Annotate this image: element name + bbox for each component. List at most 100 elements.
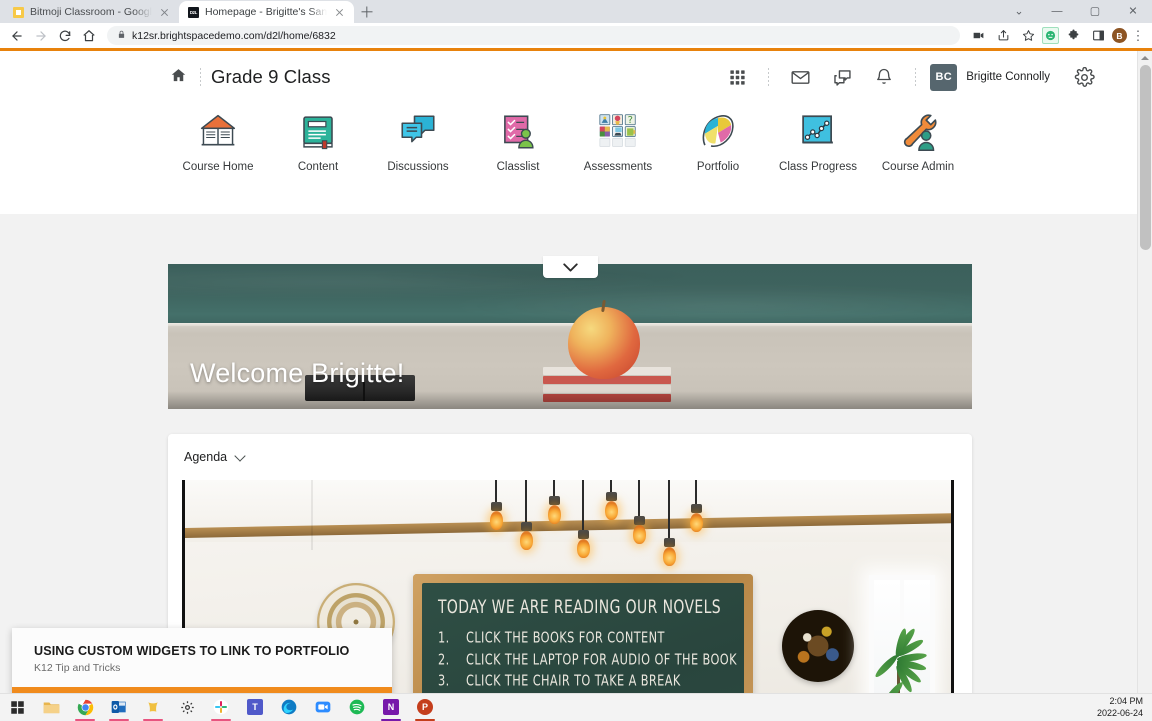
user-menu[interactable]: BC Brigitte Connolly xyxy=(930,64,1050,91)
pendant-light xyxy=(663,480,675,566)
page-viewport: Grade 9 Class xyxy=(0,51,1152,693)
clock-time: 2:04 PM xyxy=(1097,695,1143,707)
slack-app-icon[interactable] xyxy=(204,694,238,721)
nav-tile-class-progress[interactable]: Class Progress xyxy=(768,109,868,173)
pendant-light xyxy=(633,480,645,544)
portfolio-leaf-icon xyxy=(693,109,743,155)
app-grid-icon[interactable] xyxy=(716,60,758,94)
home-icon[interactable] xyxy=(166,67,190,88)
gear-icon[interactable] xyxy=(1063,60,1105,94)
browser-tab-brightspace[interactable]: Homepage - Brigitte's Sandbox xyxy=(179,1,354,23)
nav-tile-discussions[interactable]: Discussions xyxy=(368,109,468,173)
message-alerts-icon[interactable] xyxy=(821,60,863,94)
file-explorer-icon[interactable] xyxy=(34,694,68,721)
list-item: 3. Click the chair to take a break xyxy=(438,671,744,689)
nav-tile-course-home[interactable]: Course Home xyxy=(168,109,268,173)
navbar-divider xyxy=(200,68,201,86)
brightspace-header: Grade 9 Class xyxy=(0,51,1137,214)
bookmark-star-icon[interactable] xyxy=(1017,25,1039,47)
chalkboard-text: Today we are reading our novels 1. Click… xyxy=(438,595,744,693)
extensions-puzzle-icon[interactable] xyxy=(1062,25,1084,47)
nav-tile-label: Class Progress xyxy=(779,161,857,173)
nav-tile-label: Course Admin xyxy=(882,161,954,173)
home-icon[interactable] xyxy=(78,25,100,47)
reload-icon[interactable] xyxy=(54,25,76,47)
microsoft-onenote-icon[interactable]: N xyxy=(374,694,408,721)
windows-taskbar: T N P 2:04 PM 2022-06-24 xyxy=(0,693,1152,720)
settings-gear-icon[interactable] xyxy=(170,694,204,721)
close-window-button[interactable]: ✕ xyxy=(1114,0,1152,23)
scrollbar-up-arrow[interactable] xyxy=(1138,51,1152,65)
list-item-number: 3. xyxy=(438,671,452,689)
chalkboard-heading: Today we are reading our novels xyxy=(438,596,721,618)
navbar-divider xyxy=(915,68,916,86)
nav-tile-classlist[interactable]: Classlist xyxy=(468,109,568,173)
pendant-light xyxy=(605,480,617,520)
toolbar-right-actions: B ⋮ xyxy=(967,25,1146,47)
agenda-widget-title: Agenda xyxy=(184,450,227,464)
nav-tile-content[interactable]: Content xyxy=(268,109,368,173)
collapse-navbar-button[interactable] xyxy=(543,256,598,278)
browser-toolbar: k12sr.brightspacedemo.com/d2l/home/6832 … xyxy=(0,23,1152,48)
notification-toast[interactable]: USING CUSTOM WIDGETS TO LINK TO PORTFOLI… xyxy=(12,628,392,693)
maximize-button[interactable]: ▢ xyxy=(1076,0,1114,23)
tab-strip: Bitmoji Classroom - Google Slide Homepag… xyxy=(0,0,1152,23)
back-icon[interactable] xyxy=(6,25,28,47)
microsoft-edge-icon[interactable] xyxy=(272,694,306,721)
email-icon[interactable] xyxy=(779,60,821,94)
list-item-number: 2. xyxy=(438,650,452,668)
classroom-chalkboard: Today we are reading our novels 1. Click… xyxy=(413,574,753,693)
screencast-icon[interactable] xyxy=(967,25,989,47)
page-title: Grade 9 Class xyxy=(211,66,331,88)
spotify-app-icon[interactable] xyxy=(340,694,374,721)
bitmoji-app-icon[interactable] xyxy=(136,694,170,721)
tab-close-icon[interactable] xyxy=(158,6,171,19)
wall-corner xyxy=(311,480,313,550)
tab-title: Homepage - Brigitte's Sandbox xyxy=(205,6,327,18)
share-icon[interactable] xyxy=(992,25,1014,47)
page-scrollbar[interactable] xyxy=(1137,51,1152,693)
scrollbar-thumb[interactable] xyxy=(1140,65,1151,250)
profile-avatar[interactable]: B xyxy=(1112,28,1127,43)
agenda-widget-header[interactable]: Agenda xyxy=(168,434,972,479)
new-tab-button[interactable] xyxy=(354,1,380,23)
taskbar-clock[interactable]: 2:04 PM 2022-06-24 xyxy=(1097,695,1152,719)
minimize-button[interactable]: — xyxy=(1038,0,1076,23)
bell-icon[interactable] xyxy=(863,60,905,94)
nav-tile-assessments[interactable]: ? Assessments xyxy=(568,109,668,173)
window-controls: ⌄ — ▢ ✕ xyxy=(1000,0,1152,23)
chevron-down-icon[interactable] xyxy=(236,451,247,462)
browser-tab-bitmoji[interactable]: Bitmoji Classroom - Google Slide xyxy=(4,1,179,23)
toast-accent-bar xyxy=(12,687,392,693)
tab-title: Bitmoji Classroom - Google Slide xyxy=(30,6,152,18)
pendant-light xyxy=(520,480,532,550)
teams-badge: T xyxy=(247,699,263,715)
banner-shadow xyxy=(168,391,972,409)
powerpoint-badge: P xyxy=(417,699,433,715)
start-button[interactable] xyxy=(0,694,34,721)
microsoft-teams-icon[interactable]: T xyxy=(238,694,272,721)
content-book-icon xyxy=(293,109,343,155)
pendant-light xyxy=(577,480,589,558)
pendant-light xyxy=(690,480,702,532)
browser-window: Bitmoji Classroom - Google Slide Homepag… xyxy=(0,0,1152,693)
list-item-text: Click the laptop for audio of the book xyxy=(466,650,737,668)
navbar-divider xyxy=(768,68,769,86)
google-chrome-icon[interactable] xyxy=(68,694,102,721)
forward-icon[interactable] xyxy=(30,25,52,47)
welcome-banner: Welcome Brigitte! xyxy=(168,264,972,409)
bitmoji-extension-icon[interactable] xyxy=(1042,27,1059,44)
nav-tile-course-admin[interactable]: Course Admin xyxy=(868,109,968,173)
side-panel-icon[interactable] xyxy=(1087,25,1109,47)
microsoft-powerpoint-icon[interactable]: P xyxy=(408,694,442,721)
toast-subtitle: K12 Tip and Tricks xyxy=(12,658,392,674)
browser-menu-icon[interactable]: ⋮ xyxy=(1130,29,1146,42)
classlist-icon xyxy=(493,109,543,155)
tab-search-chevron-icon[interactable]: ⌄ xyxy=(1000,0,1038,23)
microsoft-outlook-icon[interactable] xyxy=(102,694,136,721)
nav-tile-portfolio[interactable]: Portfolio xyxy=(668,109,768,173)
tab-close-icon[interactable] xyxy=(333,6,346,19)
address-bar[interactable]: k12sr.brightspacedemo.com/d2l/home/6832 xyxy=(107,26,960,45)
clock-date: 2022-06-24 xyxy=(1097,707,1143,719)
zoom-app-icon[interactable] xyxy=(306,694,340,721)
